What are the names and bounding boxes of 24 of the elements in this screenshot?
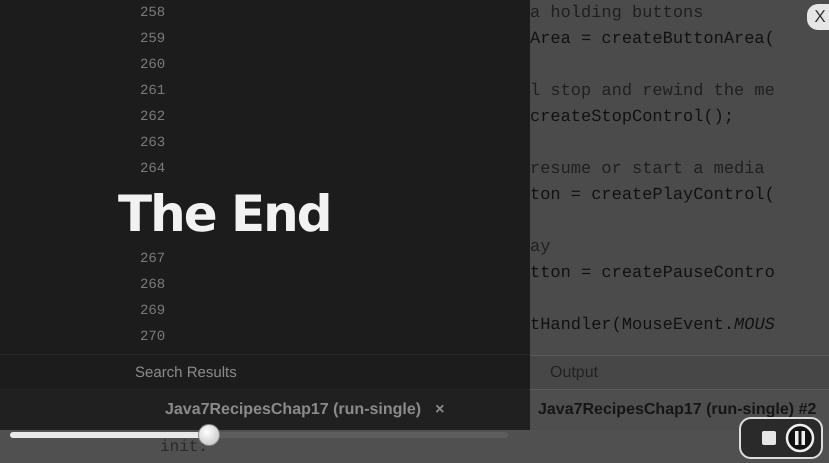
code-line: tton = createPauseContro [530,264,775,282]
line-number: 258 [140,5,166,21]
pause-button[interactable] [785,423,815,453]
line-number: 261 [140,83,166,99]
code-line: tHandler(MouseEvent.MOUS [530,316,775,334]
tab-close: × [435,401,444,419]
tab-label: Java7RecipesChap17 (run-single) [165,401,422,419]
line-number: 267 [140,251,166,267]
code-line: Area = createButtonArea( [530,30,775,48]
line-number: 263 [140,135,166,151]
line-number: 264 [140,161,166,177]
stop-button[interactable] [761,430,777,446]
line-number: 262 [140,109,166,125]
tab-label[interactable]: Java7RecipesChap17 (run-single) #2 [538,401,816,419]
line-number: 268 [140,277,166,293]
code-line: ton = createPlayControl( [530,186,775,204]
line-number: 269 [140,303,166,319]
video-title: The End [117,184,332,245]
code-line: createStopControl(); [530,108,734,126]
line-number: 270 [140,329,166,345]
close-button[interactable]: X [807,4,829,30]
tab-label: Search Results [135,364,237,380]
line-number: 260 [140,57,166,73]
line-number: 259 [140,31,166,47]
